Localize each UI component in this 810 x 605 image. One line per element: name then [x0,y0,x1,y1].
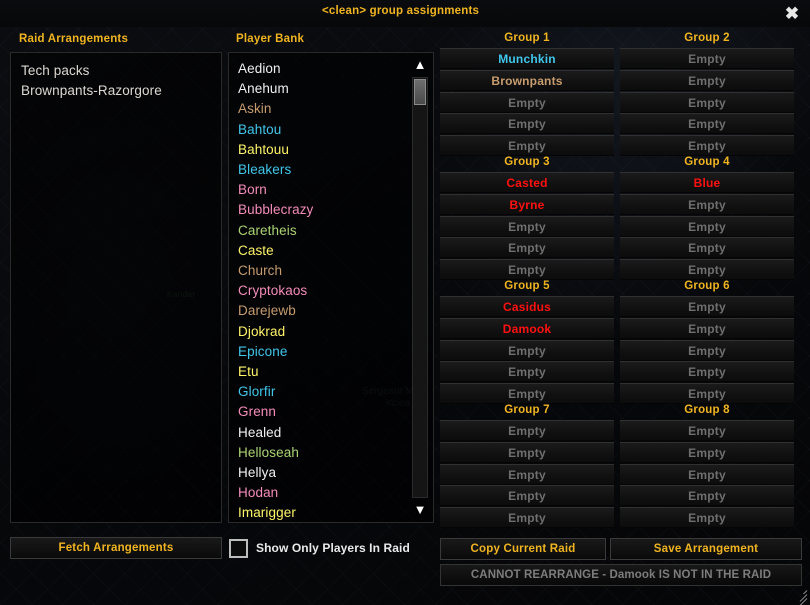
arrangement-item[interactable]: Brownpants-Razorgore [21,81,221,101]
group-slot-empty[interactable]: Empty [440,485,614,507]
group-slot-empty[interactable]: Empty [440,339,614,361]
player-bank-item[interactable]: Bahtouu [238,140,407,160]
player-bank-list: Aedion Anehum Askin Bahtou Bahtouu Bleakers Bo… [229,53,407,522]
group-block: Group 1 Munchkin Brownpants Empty Empty Empty [440,30,614,157]
group-slot-empty[interactable]: Empty [620,296,794,317]
group-slot-empty[interactable]: Empty [440,420,614,441]
player-bank-item[interactable]: Caretheis [238,221,407,241]
group-slot-empty[interactable]: Empty [440,237,614,259]
player-bank-item[interactable]: Bahtou [238,120,407,140]
player-bank-item[interactable]: Hodan [238,483,407,503]
player-bank-item[interactable]: Epicone [238,342,407,362]
group-slot-empty[interactable]: Empty [620,237,794,259]
group-title: Group 5 [504,280,550,292]
scrollbar-track[interactable] [412,77,428,498]
scrollbar-thumb[interactable] [414,79,426,105]
group-title: Group 7 [504,404,550,416]
group-slot-empty[interactable]: Empty [620,463,794,485]
player-bank-item[interactable]: Hellya [238,463,407,483]
arrangement-item[interactable]: Tech packs [21,61,221,81]
group-slot-empty[interactable]: Empty [620,48,794,69]
status-message: CANNOT REARRANGE - Damook IS NOT IN THE … [440,564,802,586]
group-slot-empty[interactable]: Empty [620,193,794,215]
player-bank-item[interactable]: Etu [238,362,407,382]
group-block: Group 4 Blue Empty Empty Empty Empty [620,154,794,281]
group-title: Group 6 [684,280,730,292]
group-block: Group 3 Casted Byrne Empty Empty Empty [440,154,614,281]
group-slot-empty[interactable]: Empty [620,113,794,135]
player-bank-item[interactable]: Bubblecrazy [238,200,407,220]
title-bar[interactable]: <clean> group assignments ✖ [0,0,810,27]
group-slot-empty[interactable]: Empty [620,361,794,383]
group-slot-empty[interactable]: Empty [620,91,794,113]
show-only-in-raid-checkbox[interactable] [229,539,248,558]
group-slot-empty[interactable]: Empty [440,113,614,135]
group-block: Group 5 Casidus Damook Empty Empty Empty [440,278,614,405]
group-slot-empty[interactable]: Empty [440,215,614,237]
group-title: Group 8 [684,404,730,416]
player-bank-item[interactable]: Askin [238,99,407,119]
player-bank-item[interactable]: Djokrad [238,322,407,342]
group-slot-empty[interactable]: Empty [620,485,794,507]
player-bank-item[interactable]: Imarigger [238,503,407,522]
group-slot-empty[interactable]: Empty [620,507,794,529]
raid-arrangements-listbox: Tech packs Brownpants-Razorgore [10,52,222,523]
group-title: Group 3 [504,156,550,168]
player-bank-scrollbar[interactable]: ▲ ▼ [409,55,431,520]
addon-window: Sergeant M <clea Kandar <clean> group as… [0,0,810,605]
player-bank-item[interactable]: Caste [238,241,407,261]
group-block: Group 7 Empty Empty Empty Empty Empty [440,402,614,529]
group-slot-filled[interactable]: Blue [620,172,794,193]
group-slot-empty[interactable]: Empty [620,69,794,91]
group-slot-empty[interactable]: Empty [620,441,794,463]
save-arrangement-button[interactable]: Save Arrangement [610,538,802,560]
group-slot-filled[interactable]: Brownpants [440,69,614,91]
scroll-down-icon[interactable]: ▼ [410,500,430,520]
raid-arrangements-list: Tech packs Brownpants-Razorgore [11,53,221,101]
group-slot-filled[interactable]: Damook [440,317,614,339]
group-slot-empty[interactable]: Empty [620,317,794,339]
player-bank-listbox: Aedion Anehum Askin Bahtou Bahtouu Bleakers Bo… [228,52,434,523]
group-slot-empty[interactable]: Empty [440,507,614,529]
show-only-in-raid-label: Show Only Players In Raid [256,541,410,555]
group-slot-empty[interactable]: Empty [440,463,614,485]
player-bank-item[interactable]: Cryptokaos [238,281,407,301]
player-bank-item[interactable]: Anehum [238,79,407,99]
group-title: Group 4 [684,156,730,168]
player-bank-item[interactable]: Helloseah [238,443,407,463]
group-slot-filled[interactable]: Casted [440,172,614,193]
player-bank-item[interactable]: Born [238,180,407,200]
group-title: Group 2 [684,32,730,44]
group-slot-empty[interactable]: Empty [620,339,794,361]
group-slot-empty[interactable]: Empty [620,420,794,441]
player-bank-item[interactable]: Darejewb [238,301,407,321]
scroll-up-icon[interactable]: ▲ [410,55,430,75]
player-bank-item[interactable]: Church [238,261,407,281]
group-title: Group 1 [504,32,550,44]
group-slot-filled[interactable]: Munchkin [440,48,614,69]
group-slot-filled[interactable]: Byrne [440,193,614,215]
group-block: Group 2 Empty Empty Empty Empty Empty [620,30,794,157]
player-bank-item[interactable]: Aedion [238,59,407,79]
group-block: Group 6 Empty Empty Empty Empty Empty [620,278,794,405]
close-icon[interactable]: ✖ [781,3,803,25]
player-bank-item[interactable]: Bleakers [238,160,407,180]
resize-grip[interactable] [791,586,808,605]
group-slot-empty[interactable]: Empty [440,441,614,463]
window-title: <clean> group assignments [322,5,480,17]
player-bank-header: Player Bank [236,33,305,45]
fetch-arrangements-button[interactable]: Fetch Arrangements [10,537,222,559]
group-slot-empty[interactable]: Empty [440,91,614,113]
player-bank-item[interactable]: Grenn [238,402,407,422]
group-slot-empty[interactable]: Empty [620,215,794,237]
group-block: Group 8 Empty Empty Empty Empty Empty [620,402,794,529]
copy-current-raid-button[interactable]: Copy Current Raid [440,538,606,560]
player-bank-item[interactable]: Healed [238,423,407,443]
raid-arrangements-header: Raid Arrangements [19,33,129,45]
group-slot-filled[interactable]: Casidus [440,296,614,317]
group-slot-empty[interactable]: Empty [440,361,614,383]
player-bank-item[interactable]: Glorfir [238,382,407,402]
